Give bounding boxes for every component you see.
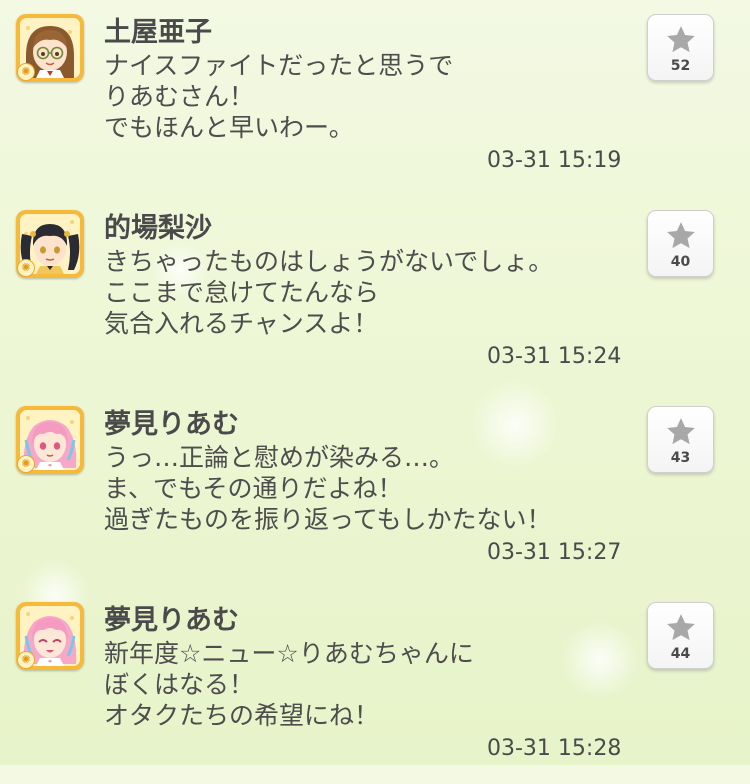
sun-badge-icon: ✺: [17, 63, 35, 81]
comment-feed: ✺ 土屋亜子 ナイスファイトだったと思うで りあむさん！ でもほんと早いわー。 …: [0, 0, 750, 765]
comment-text: うっ…正論と慰めが染みる…。 ま、でもその通りだよね！ 過ぎたものを振り返っても…: [104, 442, 552, 535]
like-button[interactable]: 40: [647, 210, 714, 277]
comment-line: 過ぎたものを振り返ってもしかたない！: [104, 505, 552, 534]
comment-text: 新年度☆ニュー☆りあむちゃんに ぼくはなる！ オタクたちの希望にね！: [104, 638, 474, 731]
like-button[interactable]: 44: [647, 602, 714, 669]
like-count: 44: [670, 646, 691, 662]
author-name: 的場梨沙: [104, 213, 212, 244]
comment-line: オタクたちの希望にね！: [104, 701, 380, 730]
comment-post: ✺ 土屋亜子 ナイスファイトだったと思うで りあむさん！ でもほんと早いわー。 …: [0, 0, 750, 196]
comment-line: ま、でもその通りだよね！: [104, 474, 403, 503]
avatar[interactable]: ✺: [16, 14, 84, 82]
star-icon: [667, 222, 695, 249]
author-name: 土屋亜子: [104, 17, 212, 48]
avatar[interactable]: ✺: [16, 406, 84, 474]
sun-badge-icon: ✺: [17, 651, 35, 669]
comment-text: ナイスファイトだったと思うで りあむさん！ でもほんと早いわー。: [104, 50, 453, 143]
sun-badge-icon: ✺: [17, 455, 35, 473]
comment-line: ここまで怠けてたんなら: [104, 278, 380, 307]
like-count: 52: [670, 58, 691, 74]
star-icon: [667, 614, 695, 641]
post-timestamp: 03-31 15:28: [487, 736, 622, 761]
comment-text: きちゃったものはしょうがないでしょ。 ここまで怠けてたんなら 気合入れるチャンス…: [104, 246, 553, 339]
comment-post: ✺ 夢見りあむ うっ…正論と慰めが染みる…。 ま、でもその通りだよね！ 過ぎたも…: [0, 392, 750, 588]
star-icon: [667, 26, 695, 53]
post-timestamp: 03-31 15:24: [487, 344, 622, 369]
author-name: 夢見りあむ: [104, 605, 239, 636]
comment-line: 気合入れるチャンスよ！: [104, 309, 379, 338]
avatar[interactable]: ✺: [16, 210, 84, 278]
sun-badge-icon: ✺: [17, 259, 35, 277]
avatar[interactable]: ✺: [16, 602, 84, 670]
comment-line: ナイスファイトだったと思うで: [104, 51, 454, 80]
author-name: 夢見りあむ: [104, 409, 239, 440]
post-timestamp: 03-31 15:19: [487, 148, 622, 173]
comment-line: でもほんと早いわー。: [104, 113, 354, 142]
comment-post: ✺ 的場梨沙 きちゃったものはしょうがないでしょ。 ここまで怠けてたんなら 気合…: [0, 196, 750, 392]
comment-line: りあむさん！: [104, 82, 255, 111]
like-button[interactable]: 43: [647, 406, 714, 473]
comment-line: きちゃったものはしょうがないでしょ。: [104, 247, 554, 276]
comment-post: ✺ 夢見りあむ 新年度☆ニュー☆りあむちゃんに ぼくはなる！ オタクたちの希望に…: [0, 588, 750, 784]
comment-line: ぼくはなる！: [104, 670, 255, 699]
post-timestamp: 03-31 15:27: [487, 540, 622, 565]
like-count: 40: [670, 254, 691, 270]
comment-line: 新年度☆ニュー☆りあむちゃんに: [104, 639, 474, 668]
like-button[interactable]: 52: [647, 14, 714, 81]
like-count: 43: [670, 450, 691, 466]
star-icon: [667, 418, 695, 445]
comment-line: うっ…正論と慰めが染みる…。: [104, 443, 455, 472]
